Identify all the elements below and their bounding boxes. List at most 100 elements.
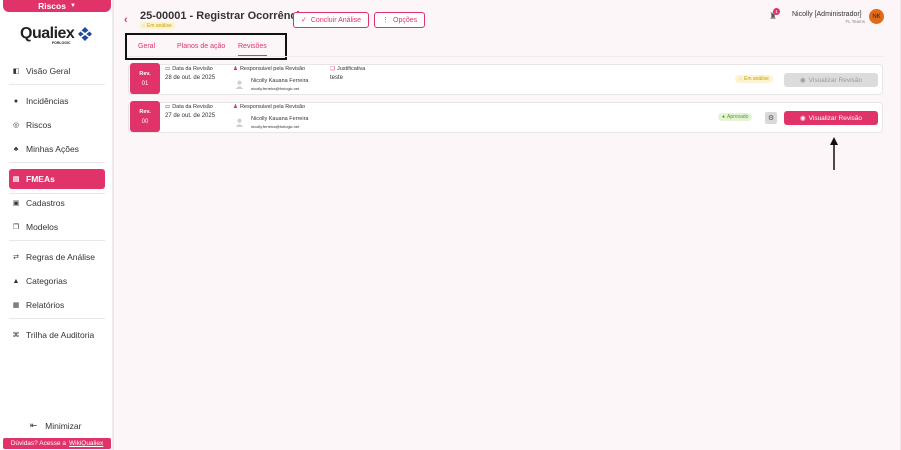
sidebar-item-categorias[interactable]: ▲ Categorias	[9, 271, 105, 291]
status-badge: ◌ Em análise	[735, 75, 773, 83]
help-bar: Dúvidas? Acesse a WikiQualiex	[3, 438, 111, 449]
radar-icon: ◎	[12, 122, 20, 129]
sidebar-item-regras-de-analise[interactable]: ⇄ Regras de Análise	[9, 247, 105, 267]
sidebar-item-incidencias[interactable]: ● Incidências	[9, 91, 105, 111]
calendar-icon: ▭	[165, 66, 171, 72]
back-icon[interactable]: ‹	[124, 14, 128, 26]
responsible-header-label: Responsável pela Revisão	[239, 104, 306, 110]
sidebar: Riscos ▼ Qualiex FORLOGIC ◧ Visão Geral …	[0, 0, 113, 450]
view-revision-button[interactable]: ◉ Visualizar Revisão	[784, 111, 878, 125]
report-icon: ▦	[12, 302, 20, 309]
conclude-analysis-label: Concluir Análise	[310, 16, 362, 24]
responsible-header: ♟ Responsável pela Revisão	[233, 66, 305, 72]
tabs-divider	[127, 56, 884, 57]
sidebar-item-riscos[interactable]: ◎ Riscos	[9, 115, 105, 135]
sidebar-item-visao-geral[interactable]: ◧ Visão Geral	[9, 61, 105, 81]
collapse-icon: ⇤	[30, 420, 38, 430]
avatar[interactable]: NK	[869, 9, 884, 24]
revision-card: Rev. 01 ▭ Data da Revisão 28 de out. de …	[128, 63, 883, 95]
more-vertical-icon: ⋮	[382, 17, 389, 24]
date-header: ▭ Data da Revisão	[165, 66, 213, 72]
revision-number: 01	[141, 80, 149, 87]
revision-number: 00	[141, 118, 149, 125]
sidebar-item-cadastros[interactable]: ▣ Cadastros	[9, 193, 105, 213]
user-area: ♜ 1 Nicolly [Administrador] FL Teams NK	[769, 8, 894, 28]
logo: Qualiex FORLOGIC	[20, 25, 96, 47]
sliders-icon: ⇄	[13, 254, 19, 261]
calendar-icon: ▭	[165, 104, 171, 110]
spinner-icon: ◌	[142, 22, 145, 29]
divider	[9, 318, 105, 319]
users-icon: ♣	[13, 145, 19, 153]
eye-icon: ◉	[799, 77, 806, 84]
user-company: FL Teams	[845, 19, 865, 24]
sidebar-item-modelos[interactable]: ❐ Modelos	[9, 217, 105, 237]
justification-header-label: Justificativa	[336, 66, 366, 72]
minimize-label: Minimizar	[45, 420, 82, 431]
tab-geral[interactable]: Geral	[138, 43, 155, 50]
copy-icon: ❐	[12, 224, 20, 231]
check-icon: ✓	[301, 17, 307, 24]
person-icon: ♟	[233, 104, 238, 110]
sidebar-item-label: Riscos	[26, 120, 52, 130]
revision-badge: Rev. 01	[130, 63, 160, 94]
sidebar-item-label: Regras de Análise	[26, 252, 95, 262]
view-revision-label: Visualizar Revisão	[808, 114, 863, 122]
chevron-down-icon: ▼	[69, 3, 76, 9]
revision-date: 27 de out. de 2025	[165, 113, 216, 119]
page-title: 25-00001 - Registrar Ocorrência	[140, 10, 306, 22]
justification-header: ❏ Justificativa	[330, 66, 365, 72]
check-circle-icon: ●	[722, 114, 726, 120]
shapes-icon: ▲	[12, 277, 20, 285]
sidebar-item-relatorios[interactable]: ▦ Relatórios	[9, 295, 105, 315]
help-text: Dúvidas? Acesse a	[10, 440, 66, 447]
responsible-email: nicolly.ferreira@forlogic.net	[251, 86, 300, 91]
tab-revisoes[interactable]: Revisões	[238, 43, 267, 56]
sidebar-item-label: FMEAs	[26, 174, 55, 184]
settings-button[interactable]: ⚙	[765, 112, 777, 124]
responsible-header-label: Responsável pela Revisão	[239, 66, 306, 72]
justification-text: teste	[330, 75, 344, 81]
spinner-icon: ◌	[739, 76, 742, 82]
status-badge-label: Em análise	[743, 76, 769, 82]
revision-badge-label: Rev.	[139, 108, 151, 115]
divider	[9, 240, 105, 241]
options-label: Opções	[393, 16, 418, 24]
date-header-label: Data da Revisão	[172, 104, 213, 110]
audit-icon: ⌘	[12, 332, 20, 339]
revision-badge-label: Rev.	[139, 70, 151, 77]
alert-circle-icon: ●	[13, 97, 19, 105]
user-avatar-icon	[235, 118, 244, 127]
divider	[9, 84, 105, 85]
conclude-analysis-button[interactable]: ✓ Concluir Análise	[293, 12, 370, 28]
gear-icon: ⚙	[767, 115, 775, 122]
sidebar-item-label: Visão Geral	[26, 66, 71, 76]
divider	[9, 162, 105, 163]
options-button[interactable]: ⋮ Opções	[374, 12, 426, 28]
view-revision-button[interactable]: ◉ Visualizar Revisão	[784, 73, 878, 87]
sidebar-item-label: Trilha de Auditoria	[26, 330, 95, 340]
wiki-link[interactable]: WikiQualiex	[69, 440, 103, 447]
sidebar-item-label: Categorias	[26, 276, 68, 286]
main-content: ‹ 25-00001 - Registrar Ocorrência ◌ Em a…	[114, 0, 900, 450]
sidebar-item-label: Incidências	[26, 96, 69, 106]
date-header: ▭ Data da Revisão	[165, 104, 213, 110]
sidebar-item-trilha-de-auditoria[interactable]: ⌘ Trilha de Auditoria	[9, 325, 105, 345]
sidebar-item-fmeas[interactable]: ▤ FMEAs	[9, 169, 105, 189]
sidebar-item-label: Cadastros	[26, 198, 65, 208]
user-name: Nicolly [Administrador]	[792, 11, 862, 18]
revision-badge: Rev. 00	[130, 101, 160, 132]
user-avatar-icon	[235, 80, 244, 89]
logo-subtext: FORLOGIC	[52, 41, 71, 45]
status-badge: ● Aprovado	[718, 113, 753, 121]
status-badge-label: Aprovado	[727, 114, 749, 120]
tab-planos-de-acao[interactable]: Planos de ação	[177, 43, 225, 50]
minimize-button[interactable]: ⇤ Minimizar	[30, 420, 82, 431]
sidebar-item-minhas-acoes[interactable]: ♣ Minhas Ações	[9, 139, 105, 159]
module-selector[interactable]: Riscos ▼	[3, 0, 111, 12]
view-revision-label: Visualizar Revisão	[808, 76, 863, 84]
sidebar-item-label: Minhas Ações	[26, 144, 79, 154]
arrow-up-icon	[830, 137, 838, 170]
status-badge-label: Em análise	[146, 22, 172, 29]
inbox-icon: ▣	[12, 200, 20, 207]
